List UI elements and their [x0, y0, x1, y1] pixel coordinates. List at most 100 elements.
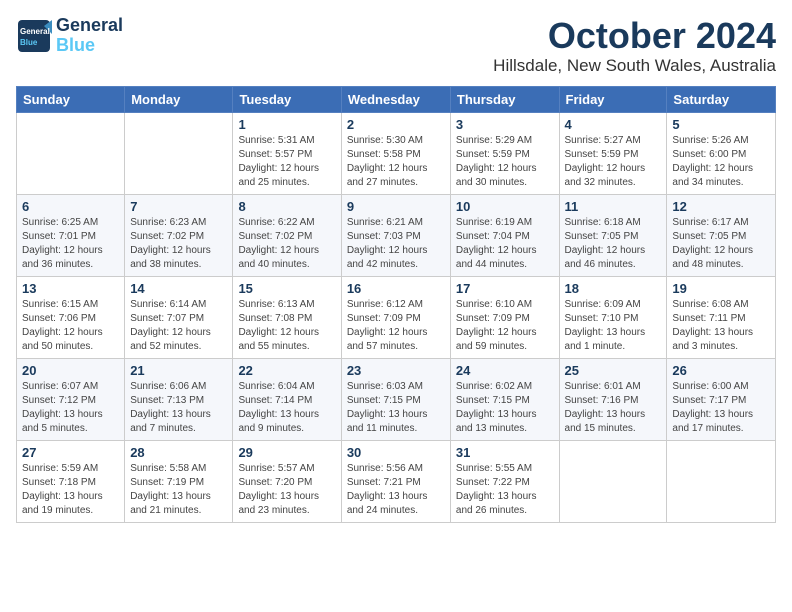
day-detail: Sunrise: 6:13 AM Sunset: 7:08 PM Dayligh… — [238, 298, 335, 354]
calendar-title: October 2024 — [493, 16, 776, 56]
calendar-cell: 7 Sunrise: 6:23 AM Sunset: 7:02 PM Daylig… — [125, 194, 233, 276]
day-number: 25 — [565, 363, 662, 378]
col-header-monday: Monday — [125, 86, 233, 112]
day-number: 30 — [347, 445, 445, 460]
day-detail: Sunrise: 6:21 AM Sunset: 7:03 PM Dayligh… — [347, 216, 445, 272]
calendar-cell: 27 Sunrise: 5:59 AM Sunset: 7:18 PM Dayli… — [17, 440, 125, 522]
day-detail: Sunrise: 5:30 AM Sunset: 5:58 PM Dayligh… — [347, 134, 445, 190]
day-detail: Sunrise: 5:26 AM Sunset: 6:00 PM Dayligh… — [672, 134, 770, 190]
calendar-cell: 12Sunrise: 6:17 AM Sunset: 7:05 PM Dayli… — [667, 194, 776, 276]
day-detail: Sunrise: 6:25 AM Sunset: 7:01 PM Dayligh… — [22, 216, 119, 272]
day-detail: Sunrise: 6:22 AM Sunset: 7:02 PM Dayligh… — [238, 216, 335, 272]
logo-icon: General Blue — [16, 18, 52, 54]
day-number: 28 — [130, 445, 227, 460]
day-detail: Sunrise: 6:08 AM Sunset: 7:11 PM Dayligh… — [672, 298, 770, 354]
day-detail: Sunrise: 6:09 AM Sunset: 7:10 PM Dayligh… — [565, 298, 662, 354]
calendar-week-4: 20Sunrise: 6:07 AM Sunset: 7:12 PM Dayli… — [17, 358, 776, 440]
calendar-table: SundayMondayTuesdayWednesdayThursdayFrid… — [16, 86, 776, 523]
calendar-cell: 18 Sunrise: 6:09 AM Sunset: 7:10 PM Dayli… — [559, 276, 667, 358]
calendar-cell: 22Sunrise: 6:04 AM Sunset: 7:14 PM Dayli… — [233, 358, 341, 440]
logo: General Blue General Blue — [16, 16, 123, 56]
day-number: 24 — [456, 363, 554, 378]
col-header-thursday: Thursday — [450, 86, 559, 112]
calendar-cell: 3 Sunrise: 5:29 AM Sunset: 5:59 PM Daylig… — [450, 112, 559, 194]
calendar-cell — [17, 112, 125, 194]
day-detail: Sunrise: 6:07 AM Sunset: 7:12 PM Dayligh… — [22, 380, 119, 436]
day-detail: Sunrise: 6:04 AM Sunset: 7:14 PM Dayligh… — [238, 380, 335, 436]
day-number: 18 — [565, 281, 662, 296]
day-number: 3 — [456, 117, 554, 132]
day-detail: Sunrise: 6:10 AM Sunset: 7:09 PM Dayligh… — [456, 298, 554, 354]
day-number: 10 — [456, 199, 554, 214]
calendar-week-3: 13 Sunrise: 6:15 AM Sunset: 7:06 PM Dayli… — [17, 276, 776, 358]
calendar-cell — [667, 440, 776, 522]
day-detail: Sunrise: 5:57 AM Sunset: 7:20 PM Dayligh… — [238, 462, 335, 518]
calendar-cell: 13 Sunrise: 6:15 AM Sunset: 7:06 PM Dayli… — [17, 276, 125, 358]
day-number: 19 — [672, 281, 770, 296]
day-detail: Sunrise: 6:23 AM Sunset: 7:02 PM Dayligh… — [130, 216, 227, 272]
calendar-cell: 14Sunrise: 6:14 AM Sunset: 7:07 PM Dayli… — [125, 276, 233, 358]
calendar-cell: 15 Sunrise: 6:13 AM Sunset: 7:08 PM Dayli… — [233, 276, 341, 358]
day-number: 31 — [456, 445, 554, 460]
day-number: 11 — [565, 199, 662, 214]
day-detail: Sunrise: 6:00 AM Sunset: 7:17 PM Dayligh… — [672, 380, 770, 436]
day-detail: Sunrise: 6:06 AM Sunset: 7:13 PM Dayligh… — [130, 380, 227, 436]
calendar-cell — [559, 440, 667, 522]
day-detail: Sunrise: 5:58 AM Sunset: 7:19 PM Dayligh… — [130, 462, 227, 518]
calendar-cell: 17 Sunrise: 6:10 AM Sunset: 7:09 PM Dayli… — [450, 276, 559, 358]
day-number: 27 — [22, 445, 119, 460]
day-detail: Sunrise: 5:56 AM Sunset: 7:21 PM Dayligh… — [347, 462, 445, 518]
day-number: 5 — [672, 117, 770, 132]
calendar-cell: 29Sunrise: 5:57 AM Sunset: 7:20 PM Dayli… — [233, 440, 341, 522]
day-detail: Sunrise: 5:27 AM Sunset: 5:59 PM Dayligh… — [565, 134, 662, 190]
day-number: 21 — [130, 363, 227, 378]
day-number: 15 — [238, 281, 335, 296]
day-number: 14 — [130, 281, 227, 296]
calendar-cell: 23 Sunrise: 6:03 AM Sunset: 7:15 PM Dayli… — [341, 358, 450, 440]
day-detail: Sunrise: 6:03 AM Sunset: 7:15 PM Dayligh… — [347, 380, 445, 436]
day-detail: Sunrise: 6:17 AM Sunset: 7:05 PM Dayligh… — [672, 216, 770, 272]
col-header-saturday: Saturday — [667, 86, 776, 112]
col-header-tuesday: Tuesday — [233, 86, 341, 112]
calendar-cell: 2Sunrise: 5:30 AM Sunset: 5:58 PM Daylig… — [341, 112, 450, 194]
calendar-cell: 20Sunrise: 6:07 AM Sunset: 7:12 PM Dayli… — [17, 358, 125, 440]
day-number: 26 — [672, 363, 770, 378]
day-number: 7 — [130, 199, 227, 214]
title-block: October 2024 Hillsdale, New South Wales,… — [493, 16, 776, 76]
col-header-friday: Friday — [559, 86, 667, 112]
calendar-cell: 10Sunrise: 6:19 AM Sunset: 7:04 PM Dayli… — [450, 194, 559, 276]
day-number: 13 — [22, 281, 119, 296]
day-number: 16 — [347, 281, 445, 296]
day-number: 23 — [347, 363, 445, 378]
calendar-cell: 5 Sunrise: 5:26 AM Sunset: 6:00 PM Daylig… — [667, 112, 776, 194]
day-detail: Sunrise: 5:55 AM Sunset: 7:22 PM Dayligh… — [456, 462, 554, 518]
day-number: 6 — [22, 199, 119, 214]
calendar-cell: 11 Sunrise: 6:18 AM Sunset: 7:05 PM Dayli… — [559, 194, 667, 276]
day-detail: Sunrise: 5:29 AM Sunset: 5:59 PM Dayligh… — [456, 134, 554, 190]
day-detail: Sunrise: 6:18 AM Sunset: 7:05 PM Dayligh… — [565, 216, 662, 272]
calendar-cell: 31 Sunrise: 5:55 AM Sunset: 7:22 PM Dayli… — [450, 440, 559, 522]
calendar-cell: 24 Sunrise: 6:02 AM Sunset: 7:15 PM Dayli… — [450, 358, 559, 440]
calendar-week-5: 27 Sunrise: 5:59 AM Sunset: 7:18 PM Dayli… — [17, 440, 776, 522]
day-detail: Sunrise: 6:15 AM Sunset: 7:06 PM Dayligh… — [22, 298, 119, 354]
calendar-cell — [125, 112, 233, 194]
day-detail: Sunrise: 6:01 AM Sunset: 7:16 PM Dayligh… — [565, 380, 662, 436]
day-detail: Sunrise: 5:31 AM Sunset: 5:57 PM Dayligh… — [238, 134, 335, 190]
calendar-cell: 16 Sunrise: 6:12 AM Sunset: 7:09 PM Dayli… — [341, 276, 450, 358]
logo-text: General Blue — [56, 16, 123, 56]
day-detail: Sunrise: 5:59 AM Sunset: 7:18 PM Dayligh… — [22, 462, 119, 518]
calendar-cell: 19 Sunrise: 6:08 AM Sunset: 7:11 PM Dayli… — [667, 276, 776, 358]
svg-text:General: General — [20, 27, 50, 36]
calendar-week-2: 6 Sunrise: 6:25 AM Sunset: 7:01 PM Daylig… — [17, 194, 776, 276]
calendar-cell: 25 Sunrise: 6:01 AM Sunset: 7:16 PM Dayli… — [559, 358, 667, 440]
day-number: 9 — [347, 199, 445, 214]
col-header-wednesday: Wednesday — [341, 86, 450, 112]
day-detail: Sunrise: 6:02 AM Sunset: 7:15 PM Dayligh… — [456, 380, 554, 436]
calendar-cell: 6 Sunrise: 6:25 AM Sunset: 7:01 PM Daylig… — [17, 194, 125, 276]
calendar-week-1: 1 Sunrise: 5:31 AM Sunset: 5:57 PM Daylig… — [17, 112, 776, 194]
logo-line2: Blue — [56, 36, 123, 56]
day-detail: Sunrise: 6:12 AM Sunset: 7:09 PM Dayligh… — [347, 298, 445, 354]
day-number: 1 — [238, 117, 335, 132]
col-header-sunday: Sunday — [17, 86, 125, 112]
day-number: 17 — [456, 281, 554, 296]
